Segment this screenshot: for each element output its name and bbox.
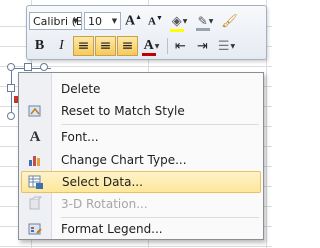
italic-icon: I [59, 38, 64, 53]
menu-item-3d-rotation: 3-D Rotation... [21, 193, 261, 215]
menu-item-delete[interactable]: Delete [21, 78, 261, 100]
format-legend-icon [21, 218, 49, 240]
format-painter-button[interactable]: 🖌 [219, 11, 240, 31]
menu-item-label: Font... [61, 130, 99, 144]
selection-handle[interactable] [7, 112, 15, 120]
grow-font-button[interactable]: A▲ [123, 11, 144, 31]
toolbar-separator [167, 38, 168, 54]
paint-bucket-icon: ◈ [169, 14, 184, 32]
align-right-icon: ≡ [121, 38, 134, 54]
chevron-down-icon: ▼ [111, 17, 118, 25]
bullet-list-icon: ☰ [217, 38, 230, 54]
increase-indent-icon: ⇥ [197, 38, 208, 54]
align-right-button[interactable]: ≡ [117, 36, 138, 56]
selection-handle[interactable] [7, 63, 15, 71]
selection-handle[interactable] [24, 63, 32, 71]
increase-indent-button[interactable]: ⇥ [192, 36, 213, 56]
menu-item-change-chart-type[interactable]: Change Chart Type... [21, 149, 261, 171]
font-size-combo[interactable]: 10 ▼ [84, 12, 121, 30]
chevron-down-icon: ▼ [230, 42, 236, 50]
menu-item-font[interactable]: A Font... [21, 126, 261, 148]
align-left-button[interactable]: ≡ [73, 36, 94, 56]
font-color-icon: A [141, 38, 156, 56]
italic-button[interactable]: I [51, 36, 72, 56]
chevron-down-icon: ▼ [154, 42, 160, 50]
bold-icon: B [34, 38, 45, 53]
grow-font-icon: A▲ [124, 12, 143, 29]
menu-item-label: Reset to Match Style [61, 104, 185, 118]
paintbrush-icon: 🖌 [221, 13, 238, 29]
chart-type-icon [21, 149, 49, 171]
mini-toolbar: Calibri (E ▼ 10 ▼ A▲ A▼ ◈ ▼ ✎ ▼ 🖌 B I ≡ … [26, 5, 267, 60]
align-left-icon: ≡ [77, 38, 90, 54]
menu-item-label: 3-D Rotation... [61, 197, 148, 211]
chevron-down-icon: ▼ [72, 17, 79, 25]
menu-item-label: Format Legend... [61, 222, 163, 236]
align-center-button[interactable]: ≡ [95, 36, 116, 56]
select-data-icon [22, 171, 50, 193]
chevron-down-icon: ▼ [182, 17, 188, 25]
fill-color-button[interactable]: ◈ ▼ [167, 11, 192, 32]
menu-item-label: Change Chart Type... [61, 153, 187, 167]
shrink-font-icon: A▼ [148, 14, 163, 28]
menu-item-label: Delete [61, 82, 101, 96]
menu-item-label: Select Data... [62, 175, 143, 189]
menu-item-select-data[interactable]: Select Data... [21, 171, 261, 193]
pencil-line-icon: ✎ [195, 14, 210, 31]
font-icon: A [29, 128, 41, 145]
align-center-icon: ≡ [99, 38, 112, 54]
shrink-font-button[interactable]: A▼ [145, 11, 166, 31]
context-menu: Delete Reset to Match Style A Font... Ch… [18, 72, 264, 240]
chevron-down-icon: ▼ [208, 17, 214, 25]
bold-button[interactable]: B [29, 36, 50, 56]
font-size-value: 10 [88, 14, 102, 28]
shape-outline-button[interactable]: ✎ ▼ [193, 11, 218, 31]
selection-handle[interactable] [40, 63, 48, 71]
decrease-indent-button[interactable]: ⇤ [170, 36, 191, 56]
menu-separator [61, 124, 259, 125]
rotation-icon [21, 193, 49, 215]
menu-item-format-legend[interactable]: Format Legend... [21, 218, 261, 240]
decrease-indent-icon: ⇤ [175, 38, 186, 54]
reset-style-icon [21, 100, 49, 122]
menu-item-reset-to-match-style[interactable]: Reset to Match Style [21, 100, 261, 122]
font-color-button[interactable]: A ▼ [139, 36, 164, 56]
font-name-combo[interactable]: Calibri (E ▼ [29, 12, 82, 30]
bullets-button[interactable]: ☰ ▼ [214, 36, 239, 56]
selection-handle[interactable] [7, 84, 15, 92]
